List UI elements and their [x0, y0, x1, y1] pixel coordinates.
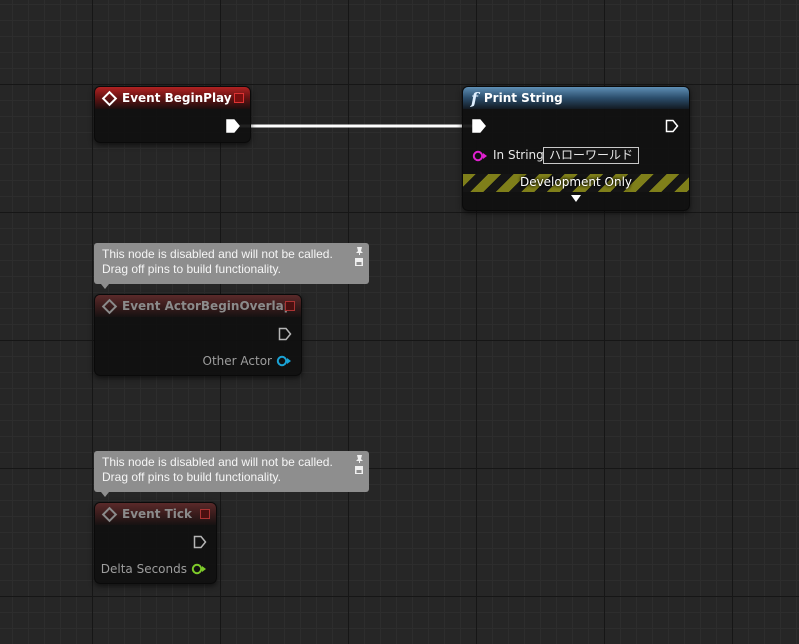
function-icon: f — [471, 88, 478, 108]
event-tick-node[interactable]: Event Tick Delta Seconds — [94, 502, 217, 584]
print-string-node[interactable]: f Print String In String ハローワールド Develop… — [462, 86, 690, 211]
node-title: Event ActorBeginOverlap — [122, 299, 293, 313]
node-header[interactable]: Event BeginPlay — [95, 87, 250, 109]
delta-seconds-label: Delta Seconds — [100, 562, 187, 576]
other-actor-label: Other Actor — [202, 354, 272, 368]
disabled-comment: This node is disabled and will not be ca… — [94, 451, 369, 492]
event-diamond-icon — [101, 506, 118, 522]
comment-line: This node is disabled and will not be ca… — [102, 455, 333, 469]
exec-out-pin[interactable] — [278, 327, 292, 341]
delete-icon[interactable] — [285, 301, 295, 311]
delete-icon[interactable] — [200, 509, 210, 519]
event-diamond-icon — [101, 298, 118, 314]
pin-comment-icon[interactable] — [353, 454, 365, 476]
delete-icon[interactable] — [234, 93, 244, 103]
event-actorbeginoverlap-node[interactable]: Event ActorBeginOverlap Other Actor — [94, 294, 302, 376]
comment-line: Drag off pins to build functionality. — [102, 262, 281, 276]
dropdown-arrow-icon[interactable] — [571, 195, 581, 203]
exec-out-pin[interactable] — [226, 119, 240, 133]
node-header[interactable]: f Print String — [463, 87, 689, 109]
node-header[interactable]: Event ActorBeginOverlap — [95, 295, 301, 317]
in-string-label: In String — [493, 148, 544, 162]
exec-in-pin[interactable] — [472, 119, 486, 133]
event-beginplay-node[interactable]: Event BeginPlay — [94, 86, 251, 143]
float-pin-icon[interactable] — [191, 563, 207, 575]
exec-out-pin[interactable] — [193, 535, 207, 549]
node-title: Event BeginPlay — [122, 91, 232, 105]
node-title: Print String — [483, 91, 563, 105]
comment-line: Drag off pins to build functionality. — [102, 470, 281, 484]
exec-out-pin[interactable] — [665, 119, 679, 133]
string-pin-icon[interactable] — [472, 150, 488, 162]
node-header[interactable]: Event Tick — [95, 503, 216, 525]
comment-tail — [101, 284, 109, 289]
in-string-input[interactable]: ハローワールド — [543, 147, 640, 164]
development-only-label: Development Only — [519, 175, 633, 189]
comment-line: This node is disabled and will not be ca… — [102, 247, 333, 261]
object-pin-icon[interactable] — [276, 355, 292, 367]
comment-tail — [101, 492, 109, 497]
disabled-comment: This node is disabled and will not be ca… — [94, 243, 369, 284]
node-title: Event Tick — [122, 507, 193, 521]
pin-comment-icon[interactable] — [353, 246, 365, 268]
event-diamond-icon — [101, 90, 118, 106]
